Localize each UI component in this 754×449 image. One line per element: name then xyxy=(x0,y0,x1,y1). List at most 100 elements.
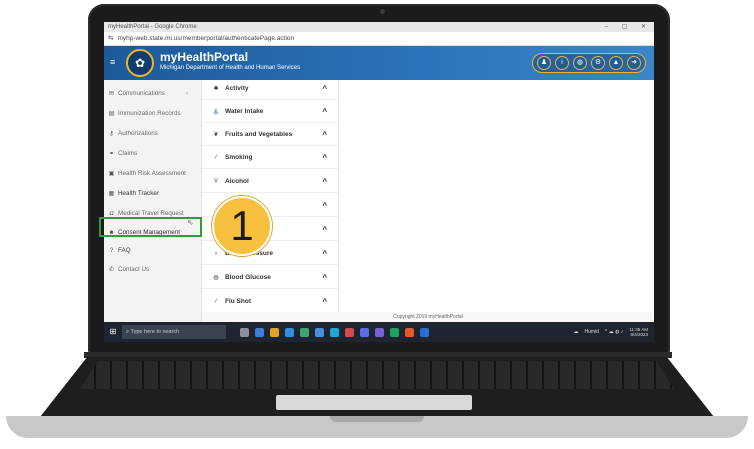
tutorial-scene: myHealthPortal - Google Chrome – ▢ ✕ ⇆ m… xyxy=(0,0,754,449)
activity-icon: ✱ xyxy=(213,86,219,92)
chevron-up-icon[interactable]: ^ xyxy=(322,177,327,186)
edge-icon[interactable] xyxy=(285,327,294,337)
tray-icons[interactable]: ^ ☁ ◍ ♪ xyxy=(605,329,623,335)
logout-icon[interactable]: ➜ xyxy=(627,56,641,70)
sidebar-item-label: Health Risk Assessment xyxy=(118,170,186,177)
url-text[interactable]: myhp-web.state.mi.us/memberportal/authen… xyxy=(117,32,294,45)
browser-tab-title[interactable]: myHealthPortal - Google Chrome xyxy=(108,22,197,32)
site-info-icon[interactable]: ⇆ xyxy=(108,32,113,45)
sidebar-item-health-tracker[interactable]: ▦ Health Tracker xyxy=(108,190,159,197)
sidebar-item-contact-us[interactable]: ✆ Contact Us xyxy=(108,266,149,273)
search-placeholder: Type here to search xyxy=(130,329,180,335)
step-callout: 1 xyxy=(212,196,272,256)
brand: myHealthPortal Michigan Department of He… xyxy=(160,51,300,72)
mhp-logo: ✿ xyxy=(126,49,154,77)
sidebar-item-label: Authorizations xyxy=(118,130,158,137)
chevron-up-icon[interactable]: ^ xyxy=(322,273,327,282)
app-name: myHealthPortal xyxy=(160,50,249,64)
key-icon: ⚷ xyxy=(109,131,114,137)
info-icon[interactable]: i xyxy=(555,56,569,70)
windows-start-icon[interactable]: ⊞ xyxy=(106,322,120,342)
tracker-icon: ▦ xyxy=(108,191,115,197)
phone-icon: ✆ xyxy=(108,267,115,273)
consent-management-highlight xyxy=(99,217,202,237)
chevron-right-icon: › xyxy=(185,90,189,97)
settings-icon[interactable]: ⚙ xyxy=(591,56,605,70)
chevron-up-icon[interactable]: ^ xyxy=(322,225,327,234)
chevron-up-icon[interactable]: ^ xyxy=(322,201,327,210)
clipboard-icon: ▣ xyxy=(108,171,115,177)
taskbar-apps xyxy=(240,327,429,337)
chevron-up-icon[interactable]: ^ xyxy=(322,84,327,93)
task-view-icon[interactable] xyxy=(240,327,249,337)
car-icon: ◘ xyxy=(109,210,114,217)
chrome-icon[interactable] xyxy=(270,327,279,337)
laptop-notch xyxy=(330,416,424,422)
window-controls[interactable]: – ▢ ✕ xyxy=(605,22,654,32)
tracker-item-label: Smoking xyxy=(225,154,253,161)
tracker-item-smoking[interactable]: ⁄ Smoking ^ xyxy=(202,147,339,169)
clock-date: 8/4/2023 xyxy=(630,332,648,337)
weather-label[interactable]: Humid xyxy=(584,329,598,335)
app-icon-green[interactable] xyxy=(300,327,309,337)
tracker-item-water-intake[interactable]: ⛲ Water Intake ^ xyxy=(202,101,339,123)
app-icon-orange[interactable] xyxy=(405,327,414,337)
sidebar-item-label: Contact Us xyxy=(118,266,150,273)
sidebar-item-immunization-records[interactable]: ▤ Immunization Records xyxy=(108,110,181,117)
sidebar-item-health-risk-assessment[interactable]: ▣ Health Risk Assessment xyxy=(108,170,186,177)
chevron-up-icon[interactable]: ^ xyxy=(322,107,327,116)
sidebar-item-authorizations[interactable]: ⚷ Authorizations xyxy=(108,130,158,137)
water-icon: ⛲ xyxy=(212,109,220,115)
syringe-icon: ⁄ xyxy=(215,298,217,305)
person-icon[interactable]: ♟ xyxy=(537,56,551,70)
sidebar-item-label: FAQ xyxy=(118,247,131,254)
chevron-up-icon[interactable]: ^ xyxy=(322,249,327,258)
sidebar-item-claims[interactable]: ⚭ Claims xyxy=(108,150,137,157)
fruit-icon: ❦ xyxy=(213,132,219,138)
windows-taskbar: ⊞ ⌕ Type here to search ☁ Humid ^ ☁ ◍ ♪ … xyxy=(104,322,654,342)
system-tray: ☁ Humid ^ ☁ ◍ ♪ 11:35 AM 8/4/2023 xyxy=(573,327,654,337)
sidebar-item-label: Immunization Records xyxy=(118,110,181,117)
tracker-item-label: Water Intake xyxy=(225,108,264,115)
globe-icon[interactable]: ◍ xyxy=(573,56,587,70)
tracker-item-flu-shot[interactable]: ⁄ Flu Shot ^ xyxy=(202,291,339,313)
sidebar-item-label: Communications xyxy=(118,90,165,97)
app-icon-red[interactable] xyxy=(345,327,354,337)
taskbar-search-input[interactable]: ⌕ Type here to search xyxy=(122,325,226,339)
tracker-item-fruits-and-vegetables[interactable]: ❦ Fruits and Vegetables ^ xyxy=(202,124,339,146)
chevron-up-icon[interactable]: ^ xyxy=(322,153,327,162)
weather-icon[interactable]: ☁ xyxy=(573,329,578,335)
app-icon-purple[interactable] xyxy=(375,327,384,337)
laptop-screen: myHealthPortal - Google Chrome – ▢ ✕ ⇆ m… xyxy=(104,22,654,342)
address-bar[interactable]: ⇆ myhp-web.state.mi.us/memberportal/auth… xyxy=(104,32,654,46)
sidebar-item-label: Health Tracker xyxy=(118,190,159,197)
tracker-item-activity[interactable]: ✱ Activity ^ xyxy=(202,78,339,100)
chevron-up-icon[interactable]: ^ xyxy=(322,130,327,139)
hamburger-menu-icon[interactable]: ≡ xyxy=(110,57,120,67)
outlook-icon[interactable] xyxy=(255,327,264,337)
app-icon-blue[interactable] xyxy=(315,327,324,337)
tracker-item-label: Alcohol xyxy=(225,178,249,185)
sidebar-item-faq[interactable]: ? FAQ xyxy=(108,247,131,254)
app-icon-cyan[interactable] xyxy=(330,327,339,337)
webcam xyxy=(380,9,385,14)
clock[interactable]: 11:35 AM 8/4/2023 xyxy=(629,327,648,337)
main-content-pane xyxy=(340,80,654,312)
department-name: Michigan Department of Health and Human … xyxy=(160,65,301,71)
chevron-up-icon[interactable]: ^ xyxy=(322,297,327,306)
bell-icon[interactable]: ▲ xyxy=(609,56,623,70)
tracker-item-alcohol[interactable]: Y Alcohol ^ xyxy=(202,171,339,193)
app-icon-blue2[interactable] xyxy=(420,327,429,337)
app-icon-green2[interactable] xyxy=(390,327,399,337)
teams-icon[interactable] xyxy=(360,327,369,337)
tracker-item-blood-glucose[interactable]: ◍ Blood Glucose ^ xyxy=(202,267,339,289)
sidebar-item-communications[interactable]: ✉ Communications › xyxy=(108,90,188,97)
glass-icon: Y xyxy=(213,178,218,185)
health-tracker-list: ✱ Activity ^ ⛲ Water Intake ^ ❦ Fruits a… xyxy=(202,78,339,313)
claims-icon: ⚭ xyxy=(108,151,115,157)
sidebar: ✉ Communications › ▤ Immunization Record… xyxy=(104,80,202,342)
tracker-item-label: Flu Shot xyxy=(225,298,251,305)
blood-pressure-icon: ♁ xyxy=(213,250,219,257)
sidebar-item-medical-travel-request[interactable]: ◘ Medical Travel Request xyxy=(108,210,184,217)
question-icon: ? xyxy=(109,247,114,254)
